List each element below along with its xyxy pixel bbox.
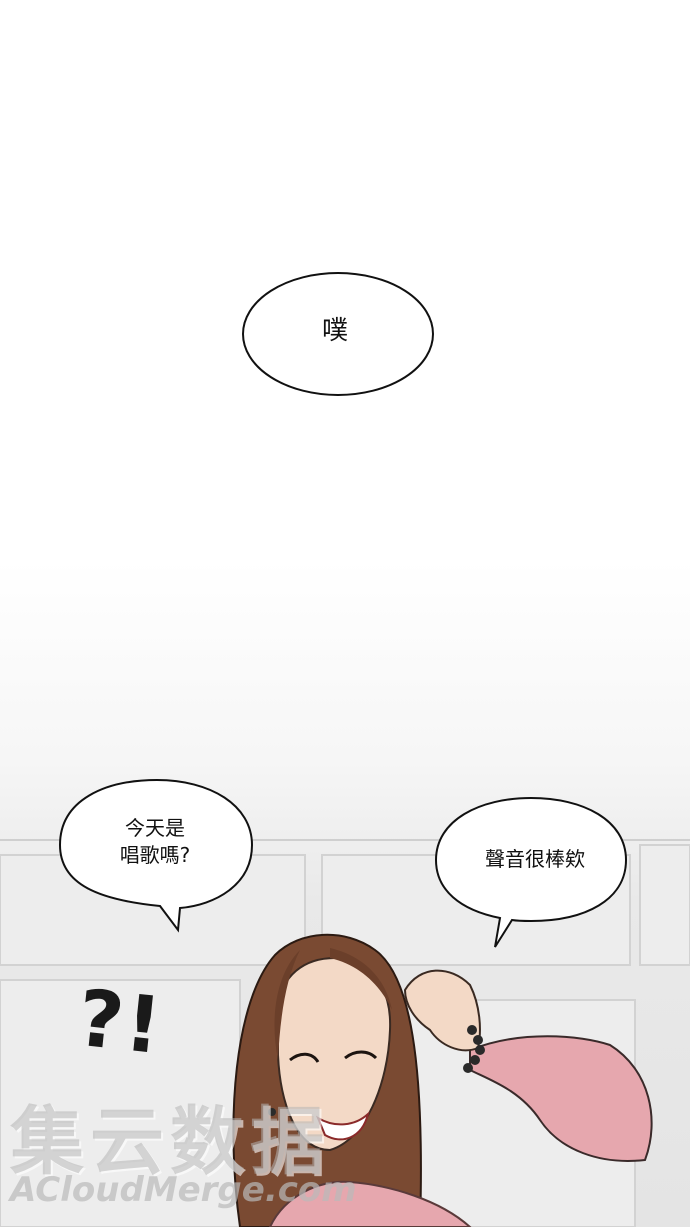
comic-page: 噗 今天是 唱歌嗎? 聲音很棒欸 ?! 集云数据 ACloudMerge.com [0,0,690,1227]
bubble-left-line-1: 今天是 [125,816,185,840]
watermark-english: ACloudMerge.com [10,1170,357,1210]
reaction-mark: ?! [73,973,168,1073]
bubble-top-text: 噗 [321,316,348,346]
bubble-left-text: 今天是 唱歌嗎? [95,815,215,869]
bubble-left-line-2: 唱歌嗎? [119,843,191,867]
bubble-right-text: 聲音很棒欸 [485,847,585,871]
